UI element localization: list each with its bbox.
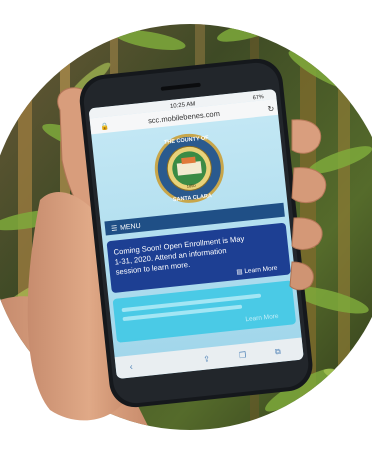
photo-scene: 10:25 AM 67% 🔒 scc.mobilebenes.com ↻ THE… [0,24,372,430]
phone: 10:25 AM 67% 🔒 scc.mobilebenes.com ↻ THE… [79,58,313,408]
document-icon: ▤ [236,268,243,276]
share-icon[interactable]: ⇪ [203,354,211,364]
reload-icon[interactable]: ↻ [267,104,275,114]
seal-year: 1850 [186,183,196,189]
bookmarks-icon[interactable]: ❒ [239,350,247,360]
lock-icon: 🔒 [100,123,110,132]
menu-icon[interactable]: ☰ [111,225,118,233]
status-battery: 67% [253,94,265,101]
